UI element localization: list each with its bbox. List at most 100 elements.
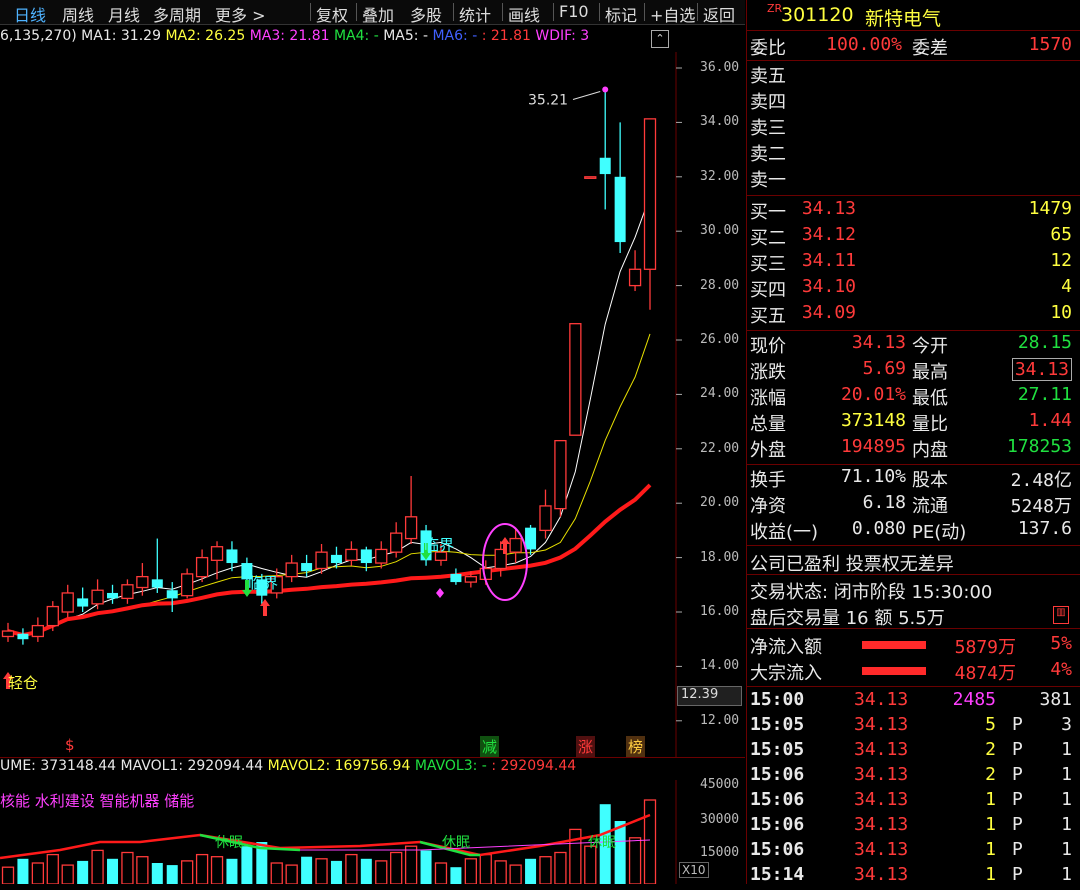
tick-volume: 1 (985, 839, 996, 860)
tick-count: 1 (1061, 814, 1072, 835)
tick-price: 34.13 (854, 764, 909, 785)
stat-value: 34.13 (1011, 358, 1072, 381)
tick-time: 15:00 (750, 689, 805, 710)
bid-volume: 65 (1050, 224, 1072, 245)
ask-label: 卖一 (750, 170, 786, 191)
ask-label: 卖四 (750, 92, 786, 113)
trade-status: 交易状态: 闭市阶段 15:30:00 (750, 582, 993, 603)
bid-price: 34.10 (801, 276, 856, 297)
stat-value: 2.48亿 (1010, 470, 1072, 491)
tick-volume: 1 (985, 789, 996, 810)
stat-label: 净资 (750, 496, 786, 517)
tick-price: 34.13 (854, 714, 909, 735)
stat-value: 27.11 (1017, 384, 1072, 405)
stat-value: 5248万 (1010, 496, 1072, 517)
weicha-value: 1570 (1028, 34, 1072, 55)
tick-count: 1 (1061, 839, 1072, 860)
ask-label: 卖二 (750, 144, 786, 165)
tick-row: 15:06 34.13 1 P 1 (750, 789, 1072, 815)
stat-label: 外盘 (750, 440, 786, 461)
tick-volume: 2 (985, 739, 996, 760)
bid-volume: 12 (1050, 250, 1072, 271)
flow-row: 净流入额 5879万 5% (750, 633, 1072, 659)
bid-volume: 4 (1061, 276, 1072, 297)
tick-volume: 5 (985, 714, 996, 735)
tick-flag: P (1012, 839, 1023, 860)
tick-time: 15:06 (750, 839, 805, 860)
tick-flag: P (1012, 714, 1023, 735)
tick-count: 1 (1061, 789, 1072, 810)
bid-row: 买二 34.12 65 (750, 224, 1072, 250)
stat-value: 71.10% (840, 466, 906, 487)
flow-row: 大宗流入 4874万 4% (750, 659, 1072, 685)
ask-row: 卖一 (750, 166, 1072, 192)
bid-label: 买四 (750, 280, 786, 301)
chart-icon[interactable]: ▥ (1053, 606, 1069, 624)
stat-value: 28.15 (1017, 332, 1072, 353)
stat-label: 流通 (912, 496, 948, 517)
bid-label: 买一 (750, 202, 786, 223)
ask-label: 卖三 (750, 118, 786, 139)
stat-row: 总量 373148 量比 1.44 (750, 410, 1072, 436)
stat-label: 涨幅 (750, 388, 786, 409)
stat2-row: 收益(一) 0.080 PE(动) 137.6 (750, 518, 1072, 544)
stat-value: 1.44 (1028, 410, 1072, 431)
tick-time: 15:05 (750, 714, 805, 735)
stat-row: 现价 34.13 今开 28.15 (750, 332, 1072, 358)
stat-label: 涨跌 (750, 362, 786, 383)
tick-time: 15:06 (750, 789, 805, 810)
flow-bar (862, 667, 926, 675)
stat-label: 总量 (750, 414, 786, 435)
stat-value: 6.18 (862, 492, 906, 513)
stat-label: PE(动) (912, 522, 967, 543)
stat-value: 5.69 (862, 358, 906, 379)
tick-price: 34.13 (854, 814, 909, 835)
flow-percent: 5% (1050, 633, 1072, 654)
ask-row: 卖二 (750, 140, 1072, 166)
panel-divider (746, 628, 1080, 629)
weibi-row: 委比 100.00% 委差 1570 (750, 34, 1072, 60)
flow-label: 净流入额 (750, 637, 822, 658)
stat-label: 现价 (750, 336, 786, 357)
stat-value: 194895 (840, 436, 906, 457)
bid-price: 34.13 (801, 198, 856, 219)
bid-label: 买三 (750, 254, 786, 275)
tick-row: 15:06 34.13 1 P 1 (750, 839, 1072, 865)
tick-time: 15:06 (750, 814, 805, 835)
bid-price: 34.12 (801, 224, 856, 245)
tick-volume: 1 (985, 864, 996, 885)
ask-row: 卖四 (750, 88, 1072, 114)
tick-row: 15:06 34.13 1 P 1 (750, 814, 1072, 840)
stat-label: 最高 (912, 362, 948, 383)
stat-label: 换手 (750, 470, 786, 491)
tick-volume: 2 (985, 764, 996, 785)
profit-note: 公司已盈利 投票权无差异 (750, 554, 954, 575)
stat-label: 收益(一) (750, 522, 819, 543)
flow-bar (862, 641, 926, 649)
weibi-value: 100.00% (826, 34, 902, 55)
panel-divider (746, 464, 1080, 465)
tick-volume: 2485 (952, 689, 996, 710)
stat-value: 0.080 (851, 518, 906, 539)
panel-divider (746, 574, 1080, 575)
stat-row: 外盘 194895 内盘 178253 (750, 436, 1072, 462)
quote-rows: 委比 100.00% 委差 1570 卖五 卖四 卖三 卖二 卖一 买一 34.13 1479 买二 34… (0, 0, 1080, 885)
after-hours-volume: 盘后交易量 16 额 5.5万 (750, 608, 945, 629)
bid-volume: 1479 (1028, 198, 1072, 219)
tick-count: 1 (1061, 739, 1072, 760)
stat-row: 涨跌 5.69 最高 34.13 (750, 358, 1072, 384)
bid-price: 34.11 (801, 250, 856, 271)
bid-row: 买五 34.09 10 (750, 302, 1072, 328)
weibi-label: 委比 (750, 38, 786, 59)
panel-divider (746, 545, 1080, 546)
tick-count: 3 (1061, 714, 1072, 735)
tick-time: 15:14 (750, 864, 805, 885)
tick-time: 15:06 (750, 764, 805, 785)
tick-flag: P (1012, 764, 1023, 785)
stat-label: 股本 (912, 470, 948, 491)
panel-divider (746, 30, 1080, 31)
tick-count: 1 (1061, 864, 1072, 885)
tick-price: 34.13 (854, 689, 909, 710)
ask-row: 卖三 (750, 114, 1072, 140)
bid-price: 34.09 (801, 302, 856, 323)
